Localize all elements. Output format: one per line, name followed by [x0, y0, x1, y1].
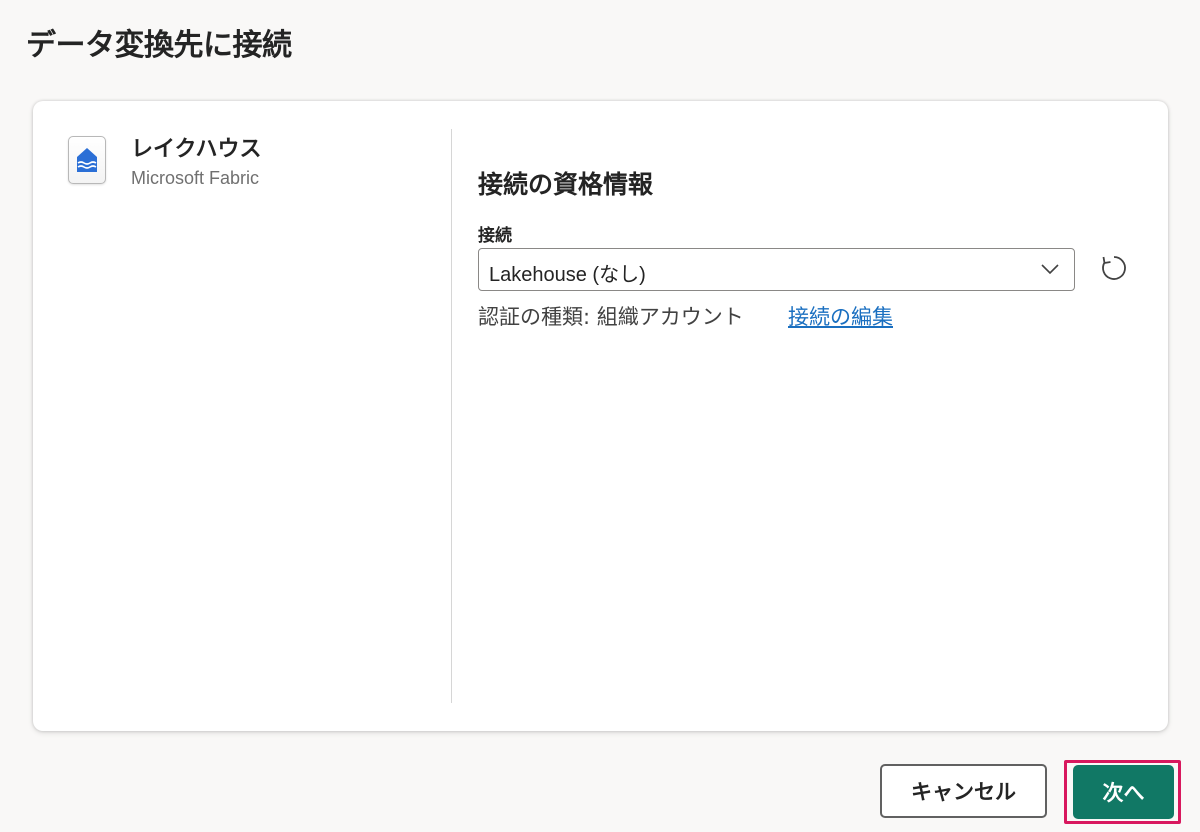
chevron-down-icon — [1040, 261, 1060, 281]
edit-connection-link[interactable]: 接続の編集 — [788, 301, 893, 331]
connection-card: レイクハウス Microsoft Fabric 接続の資格情報 接続 Lakeh… — [33, 101, 1168, 731]
auth-row: 認証の種類: 組織アカウント 接続の編集 — [478, 301, 893, 331]
refresh-button[interactable] — [1095, 251, 1133, 289]
connection-value: Lakehouse (なし) — [489, 264, 646, 286]
auth-type-text: 認証の種類: 組織アカウント — [478, 305, 744, 329]
source-vendor: Microsoft Fabric — [131, 168, 260, 188]
connection-label: 接続 — [478, 226, 512, 246]
dialog-title: データ変換先に接続 — [26, 28, 292, 63]
credentials-panel: 接続の資格情報 接続 Lakehouse (なし) 認証の種類: 組織アカウント… — [478, 101, 1158, 731]
next-button[interactable]: 次へ — [1073, 765, 1174, 819]
lakehouse-icon — [68, 136, 106, 184]
connection-dropdown[interactable]: Lakehouse (なし) — [478, 248, 1075, 291]
cancel-button[interactable]: キャンセル — [880, 764, 1047, 818]
source-name: レイクハウス — [131, 137, 262, 162]
panel-divider — [451, 129, 452, 703]
section-title: 接続の資格情報 — [478, 170, 654, 199]
refresh-icon — [1099, 253, 1129, 287]
data-source-panel: レイクハウス Microsoft Fabric — [33, 101, 451, 731]
